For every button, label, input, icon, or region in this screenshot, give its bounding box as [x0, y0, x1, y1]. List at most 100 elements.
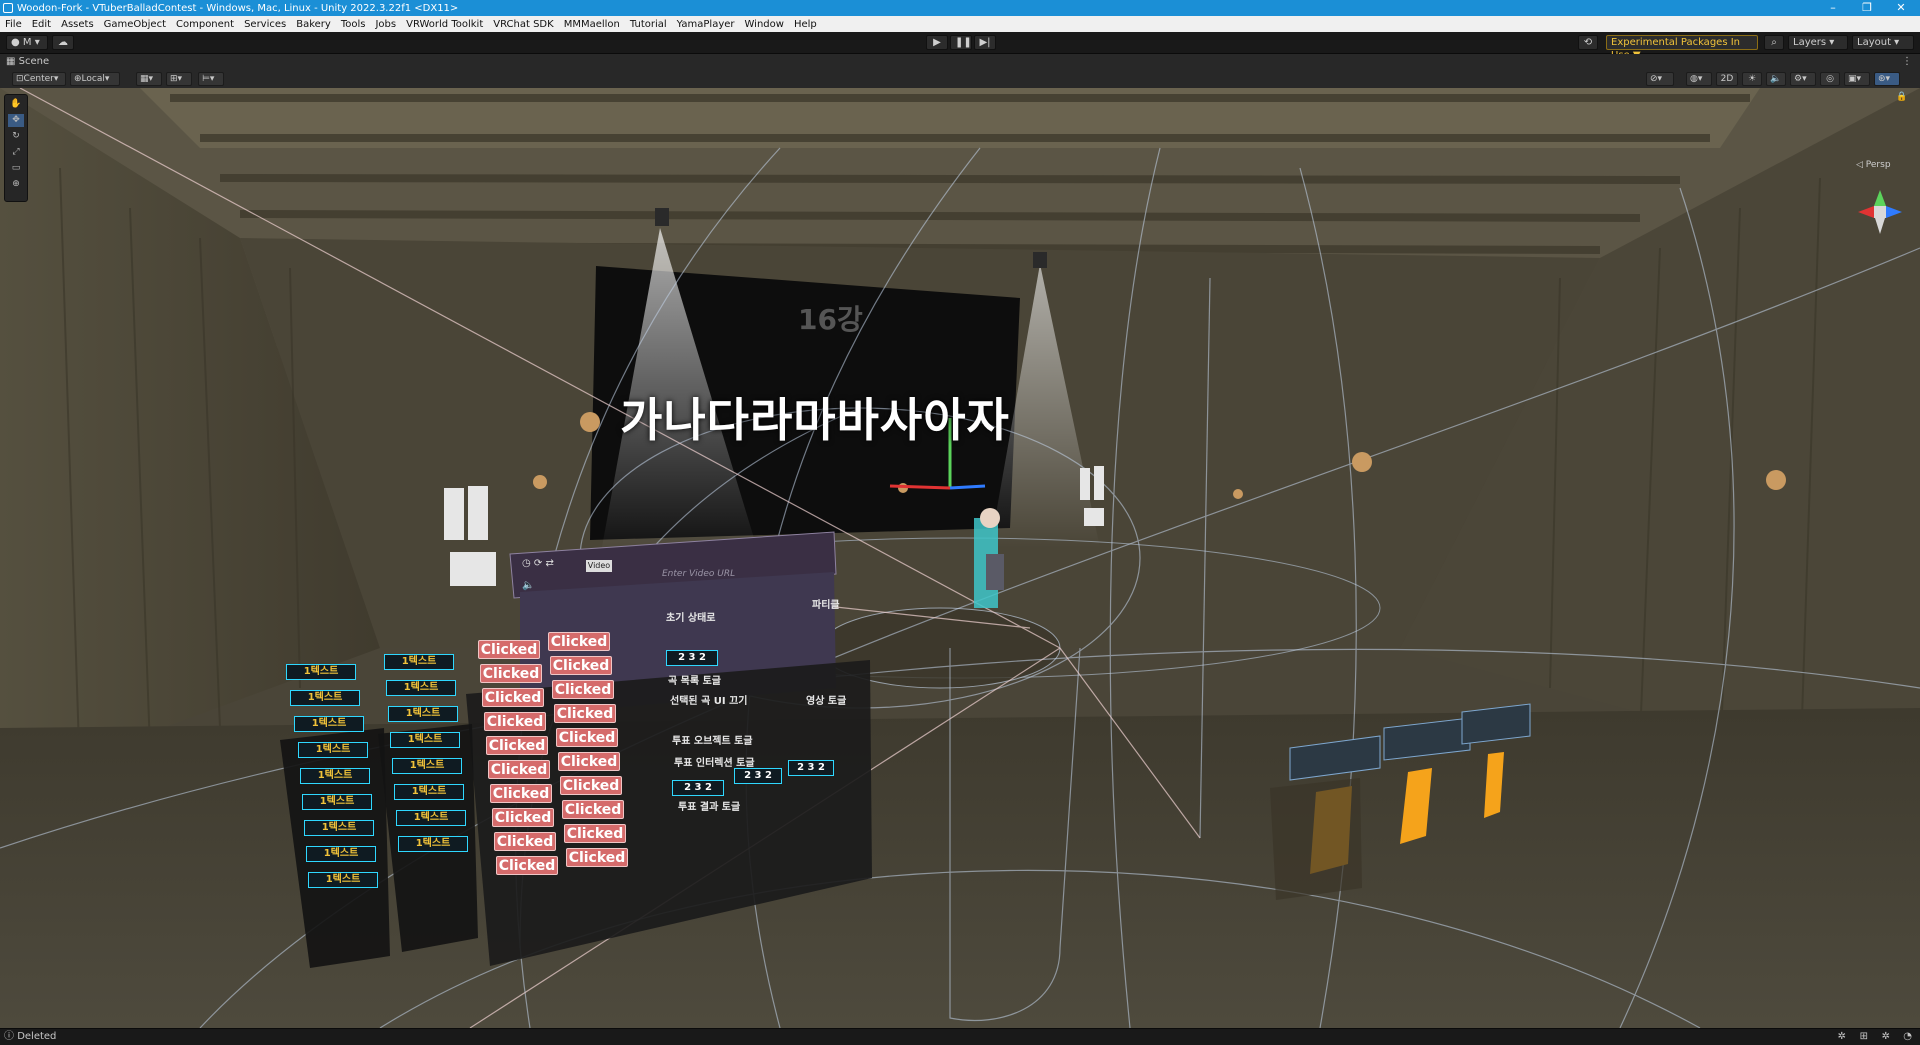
clicked-button[interactable]: Clicked [488, 760, 550, 779]
menu-vrchat-sdk[interactable]: VRChat SDK [488, 19, 558, 30]
menu-assets[interactable]: Assets [56, 19, 99, 30]
panel-label-song-list[interactable]: 곡 목록 토글 [668, 672, 721, 687]
space-dropdown[interactable]: ⊕Local▾ [70, 72, 120, 86]
maximize-icon[interactable]: ❐ [1852, 0, 1882, 16]
pause-icon[interactable]: ❚❚ [950, 35, 972, 50]
clicked-button[interactable]: Clicked [486, 736, 548, 755]
number-chip-row[interactable]: 2 3 2 [666, 650, 718, 666]
menu-bakery[interactable]: Bakery [291, 19, 336, 30]
panel-label-video-toggle[interactable]: 영상 토글 [806, 692, 846, 707]
menu-file[interactable]: File [0, 19, 27, 30]
menu-tools[interactable]: Tools [336, 19, 371, 30]
menu-mmmaellon[interactable]: MMMaellon [559, 19, 625, 30]
select-button[interactable]: 1텍스트 [390, 732, 460, 748]
menu-services[interactable]: Services [239, 19, 291, 30]
select-button[interactable]: 1텍스트 [294, 716, 364, 732]
camera-icon[interactable]: ▣▾ [1844, 72, 1870, 86]
audio-icon[interactable]: 🔈 [1766, 72, 1786, 86]
clicked-button[interactable]: Clicked [560, 776, 622, 795]
scale-tool-icon[interactable]: ⤢ [8, 146, 24, 159]
clicked-button[interactable]: Clicked [482, 688, 544, 707]
transform-tool-icon[interactable]: ⊕ [8, 178, 24, 191]
minimize-icon[interactable]: – [1818, 0, 1848, 16]
clicked-button[interactable]: Clicked [562, 800, 624, 819]
select-button[interactable]: 1텍스트 [394, 784, 464, 800]
account-dropdown[interactable]: ● M ▾ [6, 35, 48, 50]
panel-label-particle[interactable]: 파티클 [812, 596, 840, 611]
scene-viewport[interactable]: 가나다라마바사아자 16강 Video Enter Video URL ◷ ⟳ … [0, 88, 1920, 1028]
menu-help[interactable]: Help [789, 19, 822, 30]
menu-vrworld-toolkit[interactable]: VRWorld Toolkit [401, 19, 488, 30]
clicked-button[interactable]: Clicked [496, 856, 558, 875]
number-chip-row-2[interactable]: 2 3 2 [672, 780, 724, 796]
clicked-button[interactable]: Clicked [558, 752, 620, 771]
increment-snap-icon[interactable]: ⊞▾ [166, 72, 192, 86]
clicked-button[interactable]: Clicked [550, 656, 612, 675]
menu-tutorial[interactable]: Tutorial [625, 19, 672, 30]
select-button[interactable]: 1텍스트 [308, 872, 378, 888]
kebab-menu-icon[interactable]: ⋮ [1902, 54, 1912, 70]
volume-icon[interactable]: 🔈 [522, 580, 534, 591]
clicked-button[interactable]: Clicked [480, 664, 542, 683]
clicked-button[interactable]: Clicked [564, 824, 626, 843]
toggle-2d-button[interactable]: 2D [1716, 72, 1738, 86]
effects-icon[interactable]: ⚙▾ [1790, 72, 1816, 86]
history-icon[interactable]: ⟲ [1578, 35, 1598, 50]
panel-label-vote-interaction[interactable]: 투표 인터렉션 토글 [674, 754, 755, 769]
shading-mode-icon[interactable]: ◍▾ [1686, 72, 1712, 86]
video-url-input[interactable]: Enter Video URL [662, 569, 735, 579]
cloud-icon[interactable]: ☁ [52, 35, 74, 50]
clicked-button[interactable]: Clicked [556, 728, 618, 747]
menu-gameobject[interactable]: GameObject [99, 19, 171, 30]
select-button[interactable]: 1텍스트 [298, 742, 368, 758]
clicked-button[interactable]: Clicked [566, 848, 628, 867]
select-button[interactable]: 1텍스트 [386, 680, 456, 696]
lock-icon[interactable]: 🔒 [1896, 92, 1907, 102]
gizmos-orientation-icon[interactable]: ⊘▾ [1646, 72, 1674, 86]
persp-label[interactable]: ◁ Persp [1856, 160, 1891, 170]
select-button[interactable]: 1텍스트 [300, 768, 370, 784]
select-button[interactable]: 1텍스트 [384, 654, 454, 670]
panel-label-reset[interactable]: 초기 상태로 [666, 609, 715, 624]
select-button[interactable]: 1텍스트 [396, 810, 466, 826]
menu-component[interactable]: Component [171, 19, 239, 30]
hand-tool-icon[interactable]: ✋ [8, 98, 24, 111]
number-chip-row-3[interactable]: 2 3 2 [734, 768, 782, 784]
menu-edit[interactable]: Edit [27, 19, 56, 30]
select-button[interactable]: 1텍스트 [392, 758, 462, 774]
panel-label-vote-object[interactable]: 투표 오브젝트 토글 [672, 732, 753, 747]
step-icon[interactable]: ▶| [974, 35, 996, 50]
play-control-icon[interactable]: ◷ ⟳ ⇄ [522, 558, 554, 569]
clicked-button[interactable]: Clicked [552, 680, 614, 699]
clicked-button[interactable]: Clicked [478, 640, 540, 659]
panel-label-vote-result[interactable]: 투표 결과 토글 [678, 798, 740, 813]
select-button[interactable]: 1텍스트 [388, 706, 458, 722]
menu-window[interactable]: Window [740, 19, 789, 30]
clicked-button[interactable]: Clicked [484, 712, 546, 731]
network-icon[interactable]: ⊞ [1860, 1029, 1868, 1045]
clicked-button[interactable]: Clicked [494, 832, 556, 851]
gizmos-icon[interactable]: ⊛▾ [1874, 72, 1900, 86]
align-icon[interactable]: ⊨▾ [198, 72, 224, 86]
select-button[interactable]: 1텍스트 [286, 664, 356, 680]
panel-label-song-ui-off[interactable]: 선택된 곡 UI 끄기 [670, 692, 748, 707]
pivot-dropdown[interactable]: ⊡Center▾ [12, 72, 66, 86]
tab-scene[interactable]: ▦ Scene [6, 54, 49, 70]
rect-tool-icon[interactable]: ▭ [8, 162, 24, 175]
number-chip-row-4[interactable]: 2 3 2 [788, 760, 834, 776]
menu-yamaplayer[interactable]: YamaPlayer [672, 19, 740, 30]
layers-dropdown[interactable]: Layers ▾ [1788, 35, 1848, 50]
clicked-button[interactable]: Clicked [490, 784, 552, 803]
select-button[interactable]: 1텍스트 [302, 794, 372, 810]
rotate-tool-icon[interactable]: ↻ [8, 130, 24, 143]
clicked-button[interactable]: Clicked [548, 632, 610, 651]
layout-dropdown[interactable]: Layout ▾ [1852, 35, 1914, 50]
lighting-icon[interactable]: ☀ [1742, 72, 1762, 86]
close-icon[interactable]: ✕ [1886, 0, 1916, 16]
clicked-button[interactable]: Clicked [492, 808, 554, 827]
select-button[interactable]: 1텍스트 [290, 690, 360, 706]
search-icon[interactable]: ⌕ [1764, 35, 1784, 50]
light-bake-icon[interactable]: ✲ [1882, 1029, 1890, 1045]
experimental-packages-button[interactable]: Experimental Packages In Use ▼ [1606, 35, 1758, 61]
bug-icon[interactable]: ✲ [1838, 1029, 1846, 1045]
